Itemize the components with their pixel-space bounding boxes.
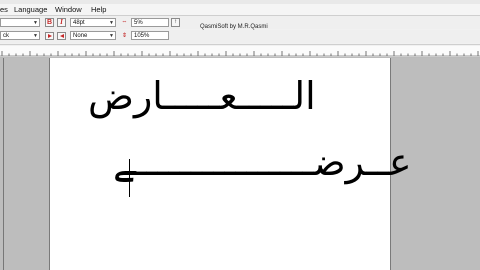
zoom-input[interactable]: 105% <box>131 31 169 40</box>
zoom-icon: ⇕ <box>121 33 128 39</box>
ruler-ticks <box>0 51 480 57</box>
canvas-left-guide <box>3 58 4 270</box>
chevron-down-icon: ▼ <box>109 20 114 26</box>
chevron-down-icon: ▼ <box>33 20 38 26</box>
spacing-up-button[interactable]: ↑ <box>171 18 180 27</box>
menu-item-language[interactable]: Language <box>14 5 47 14</box>
document-line-2[interactable]: عــرضــــــــــــــــے <box>113 140 412 184</box>
style-combo[interactable]: ck ▼ <box>0 31 40 40</box>
menu-item-help[interactable]: Help <box>91 5 106 14</box>
toolbar-separator <box>0 44 480 45</box>
border-combo-value: None <box>73 33 88 39</box>
spacing-input[interactable]: 5% <box>131 18 169 27</box>
menu-item-window[interactable]: Window <box>55 5 82 14</box>
zoom-value: 105% <box>134 33 150 39</box>
bold-button[interactable]: B <box>45 18 54 27</box>
font-size-combo[interactable]: 48pt ▼ <box>70 18 116 27</box>
spacing-value: 5% <box>134 20 143 26</box>
rtl-direction-button[interactable] <box>45 32 54 40</box>
spacing-icon: ⇔ <box>121 19 128 25</box>
chevron-down-icon: ▼ <box>33 33 38 39</box>
ltr-direction-button[interactable] <box>57 32 66 40</box>
document-line-1[interactable]: الـــــعـــــارض <box>88 74 316 118</box>
style-toolbar: ck ▼ None ▼ ⇕ 105% <box>0 30 480 43</box>
font-combo[interactable]: ▼ <box>0 18 40 27</box>
menu-item-file[interactable]: es <box>0 5 8 14</box>
menu-bar: es Language Window Help <box>0 4 480 15</box>
border-combo[interactable]: None ▼ <box>70 31 116 40</box>
text-cursor <box>129 159 130 197</box>
style-combo-value: ck <box>3 33 9 39</box>
italic-button[interactable]: I <box>57 18 66 27</box>
font-size-value: 48pt <box>73 20 85 26</box>
ruler <box>0 46 480 58</box>
chevron-down-icon: ▼ <box>109 33 114 39</box>
